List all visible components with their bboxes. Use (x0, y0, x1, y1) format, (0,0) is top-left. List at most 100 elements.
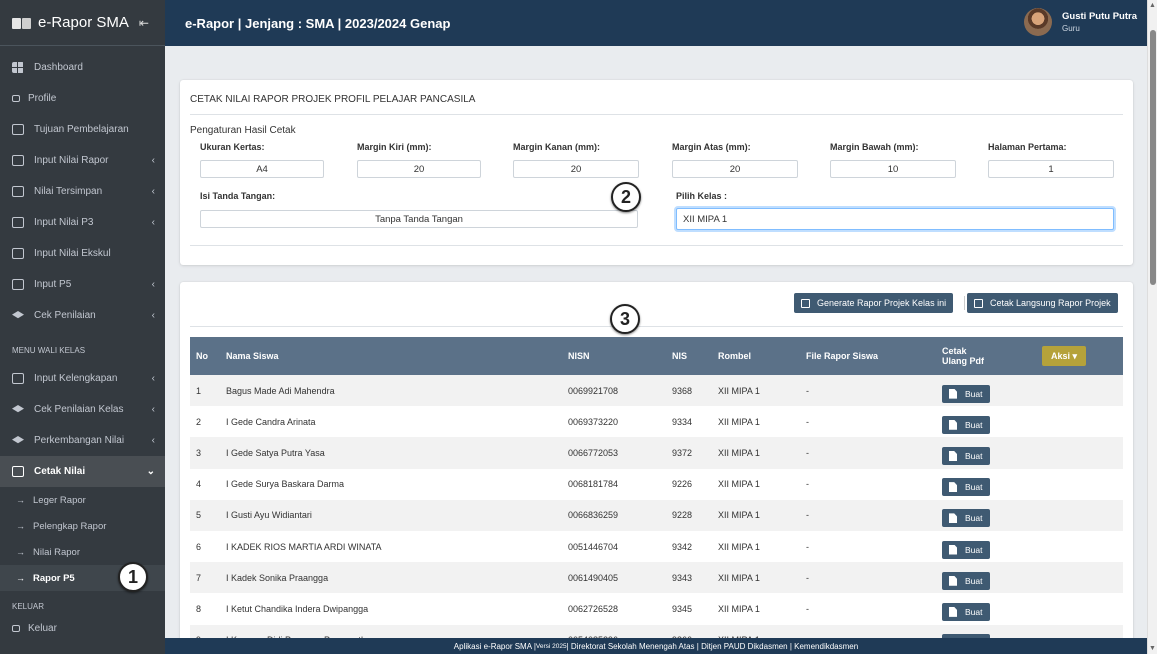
sidebar-item-cek-penilaian-kelas[interactable]: Cek Penilaian Kelas ‹ (0, 394, 165, 425)
student-table: No Nama Siswa NISN NIS Rombel File Rapor… (190, 337, 1123, 654)
sidebar-item-perkembangan-nilai[interactable]: Perkembangan Nilai ‹ (0, 425, 165, 456)
sidebar-item-input-nilai-ekskul[interactable]: Input Nilai Ekskul (0, 238, 165, 269)
table-row: 3 I Gede Satya Putra Yasa 0066772053 937… (190, 437, 1123, 469)
margin-kiri-input[interactable]: 20 (357, 160, 481, 178)
sidebar-item-cetak-nilai[interactable]: Cetak Nilai ⌄ (0, 456, 165, 487)
cell-cetak: Buat (936, 562, 1036, 593)
margin-kiri-label: Margin Kiri (mm): (357, 142, 432, 152)
sidebar-item-input-nilai-p3[interactable]: Input Nilai P3 ‹ (0, 207, 165, 238)
sidebar-item-cek-penilaian[interactable]: Cek Penilaian ‹ (0, 300, 165, 331)
sidebar-item-dashboard[interactable]: Dashboard (0, 52, 165, 83)
sidebar-item-input-nilai-rapor[interactable]: Input Nilai Rapor ‹ (0, 145, 165, 176)
submenu-item-pelengkap-rapor[interactable]: → Pelengkap Rapor (0, 513, 165, 539)
sidebar-item-label: Cek Penilaian (34, 310, 96, 321)
sidebar-item-label: Input Nilai Ekskul (34, 248, 111, 259)
annotation-marker-1: 1 (118, 562, 148, 592)
printer-icon (12, 466, 24, 477)
submenu-item-nilai-rapor[interactable]: → Nilai Rapor (0, 539, 165, 565)
submenu-item-leger-rapor[interactable]: → Leger Rapor (0, 487, 165, 513)
button-label: Buat (965, 606, 983, 617)
ukuran-kertas-input[interactable]: A4 (200, 160, 324, 178)
sidebar-item-label: Input Kelengkapan (34, 373, 118, 384)
buat-button[interactable]: Buat (942, 478, 990, 497)
menu-header-keluar: KELUAR (12, 601, 45, 611)
document-icon (949, 544, 957, 555)
scroll-down-icon[interactable]: ▼ (1149, 645, 1156, 652)
margin-kanan-input[interactable]: 20 (513, 160, 639, 178)
arrow-right-icon: → (16, 495, 25, 505)
sidebar-item-nilai-tersimpan[interactable]: Nilai Tersimpan ‹ (0, 176, 165, 207)
halaman-pertama-input[interactable]: 1 (988, 160, 1114, 178)
brand[interactable]: e-Rapor SMA ⇤ (0, 0, 165, 46)
buat-button[interactable]: Buat (942, 446, 990, 465)
margin-bawah-input[interactable]: 10 (830, 160, 956, 178)
chevron-left-icon: ‹ (151, 217, 155, 228)
col-header-nis: NIS (672, 351, 688, 361)
cell-cetak: Buat (936, 500, 1036, 531)
button-label: Buat (965, 482, 983, 493)
document-icon (949, 419, 957, 430)
menu-header-wali-kelas: MENU WALI KELAS (12, 345, 86, 355)
cell-nis: 9342 (672, 541, 693, 552)
document-icon (949, 575, 957, 586)
divider (190, 326, 1123, 327)
button-label: Generate Rapor Projek Kelas ini (817, 298, 947, 308)
col-header-nama-siswa: Nama Siswa (226, 351, 279, 361)
collapse-sidebar-icon[interactable]: ⇤ (139, 16, 149, 30)
student-list-card: Generate Rapor Projek Kelas ini Cetak La… (180, 282, 1133, 654)
table-row: 8 I Ketut Chandika Indera Dwipangga 0062… (190, 593, 1123, 625)
buat-button[interactable]: Buat (942, 571, 990, 590)
arrow-right-icon: → (16, 547, 25, 557)
user-menu[interactable]: Gusti Putu Putra Guru (1024, 8, 1137, 36)
submenu-item-label: Rapor P5 (33, 572, 75, 584)
arrow-right-icon: → (16, 521, 25, 531)
col-header-rombel: Rombel (718, 351, 752, 361)
buat-button[interactable]: Buat (942, 415, 990, 434)
table-row: 1 Bagus Made Adi Mahendra 0069921708 936… (190, 375, 1123, 407)
cetak-langsung-rapor-projek-button[interactable]: Cetak Langsung Rapor Projek (967, 293, 1118, 313)
aksi-dropdown-button[interactable]: Aksi ▾ (1042, 346, 1087, 366)
sidebar-item-keluar[interactable]: Keluar (0, 617, 165, 639)
generate-rapor-projek-button[interactable]: Generate Rapor Projek Kelas ini (794, 293, 954, 313)
cell-nisn: 0069921708 (568, 385, 619, 396)
cell-nisn: 0066772053 (568, 447, 619, 458)
cell-no: 1 (196, 385, 202, 396)
cell-rombel: XII MIPA 1 (718, 603, 760, 614)
scroll-up-icon[interactable]: ▲ (1149, 2, 1156, 9)
buat-button[interactable]: Buat (942, 509, 990, 528)
cell-cetak: Buat (936, 531, 1036, 562)
scrollbar-thumb[interactable] (1150, 30, 1156, 285)
col-header-cetak-line2: Ulang Pdf (942, 356, 984, 366)
cell-nisn: 0051446704 (568, 541, 619, 552)
annotation-marker-3: 3 (610, 304, 640, 334)
buat-button[interactable]: Buat (942, 540, 990, 559)
divider (190, 114, 1123, 115)
cell-file: - (806, 603, 809, 614)
cell-nis: 9343 (672, 572, 693, 583)
sidebar-item-tujuan-pembelajaran[interactable]: Tujuan Pembelajaran (0, 114, 165, 145)
table-row: 4 I Gede Surya Baskara Darma 0068181784 … (190, 468, 1123, 500)
margin-atas-label: Margin Atas (mm): (672, 142, 751, 152)
cell-nisn: 0069373220 (568, 416, 619, 427)
sidebar: e-Rapor SMA ⇤ Dashboard Profile Tujuan P… (0, 0, 165, 654)
check-square-icon (12, 279, 24, 290)
chevron-down-icon: ⌄ (146, 466, 155, 477)
cell-cetak: Buat (936, 437, 1036, 468)
buat-button[interactable]: Buat (942, 384, 990, 403)
pilih-kelas-select[interactable]: XII MIPA 1 (676, 208, 1114, 230)
margin-atas-input[interactable]: 20 (672, 160, 798, 178)
tanda-tangan-select[interactable]: Tanpa Tanda Tangan (200, 210, 638, 228)
button-label: Buat (965, 419, 983, 430)
sidebar-item-input-kelengkapan[interactable]: Input Kelengkapan ‹ (0, 363, 165, 394)
footer: Aplikasi e-Rapor SMA | Versi 2025 | Dire… (165, 638, 1147, 654)
cell-file: - (806, 385, 809, 396)
cell-nis: 9345 (672, 603, 693, 614)
margin-bawah-label: Margin Bawah (mm): (830, 142, 919, 152)
cell-no: 5 (196, 510, 202, 521)
cell-file: - (806, 447, 809, 458)
sidebar-item-input-p5[interactable]: Input P5 ‹ (0, 269, 165, 300)
buat-button[interactable]: Buat (942, 602, 990, 621)
cell-rombel: XII MIPA 1 (718, 416, 760, 427)
scrollbar[interactable]: ▲ ▼ (1147, 0, 1157, 654)
sidebar-item-profile[interactable]: Profile (0, 83, 165, 114)
